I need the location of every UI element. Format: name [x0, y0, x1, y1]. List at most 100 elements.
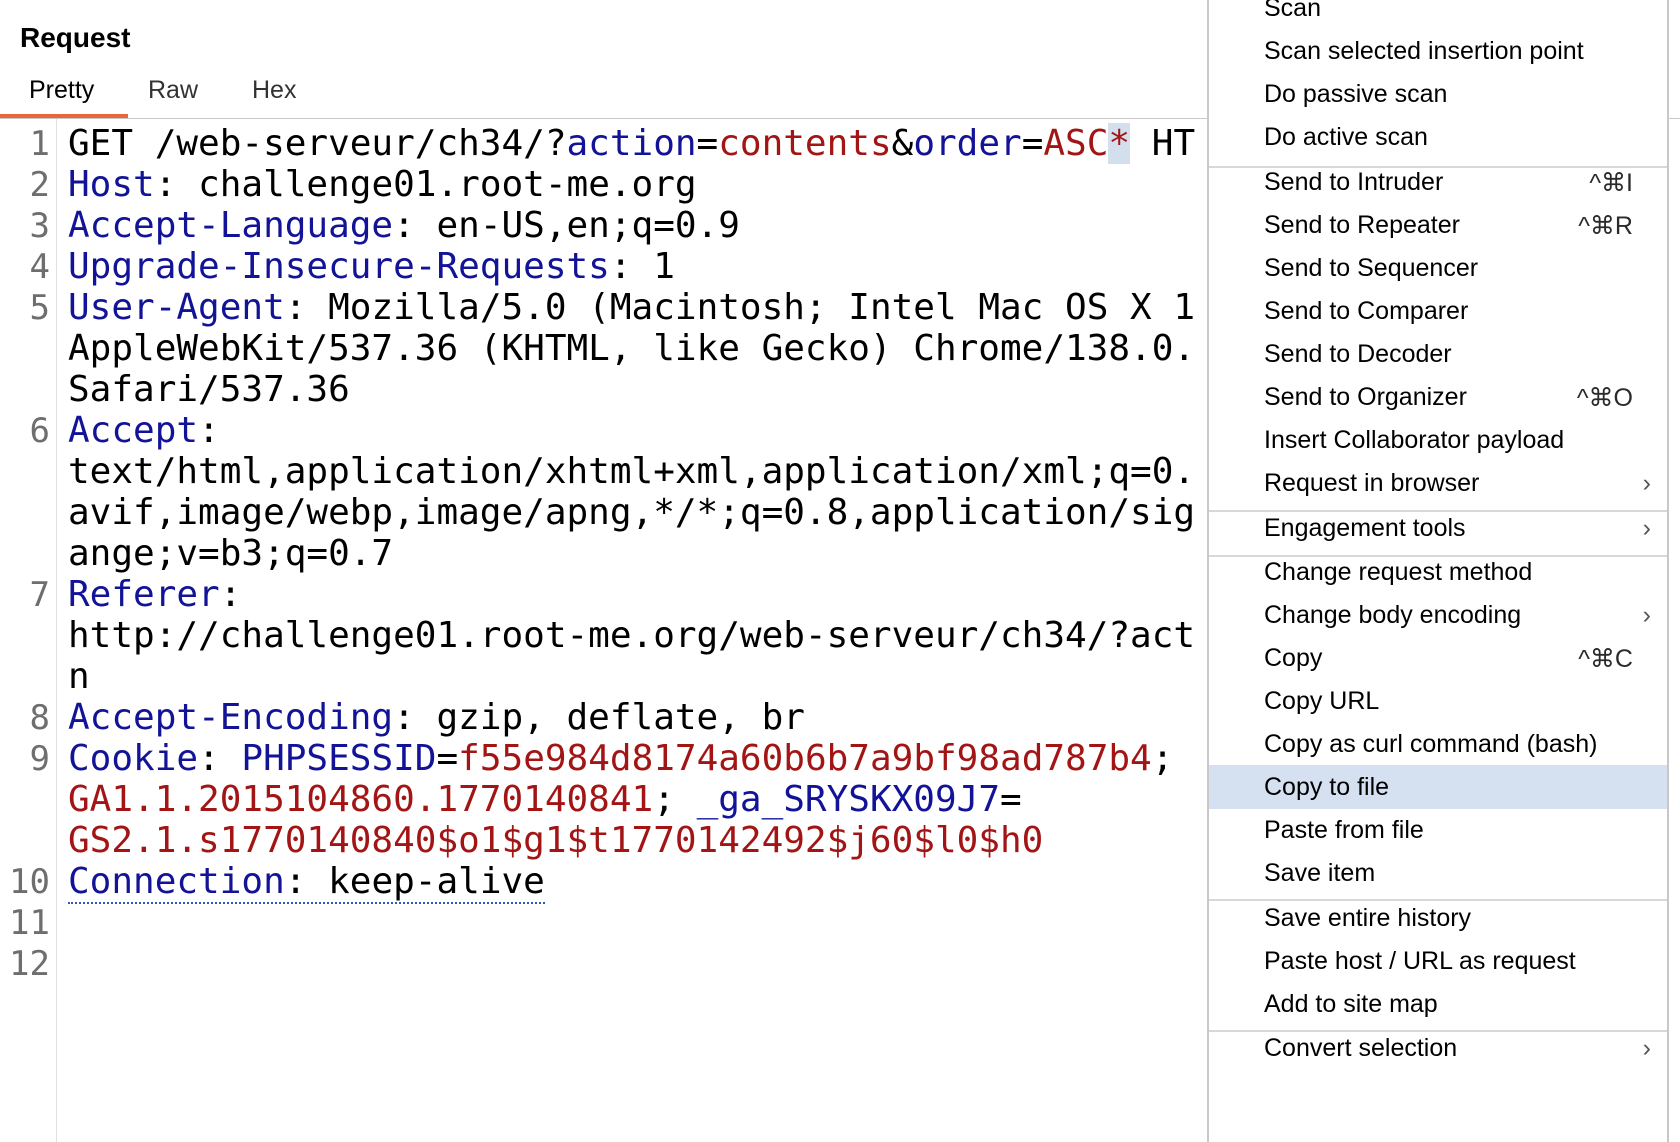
param-name: action [566, 123, 697, 164]
request-line: GET /web-serveur/ch34/?action=contents&o… [68, 122, 1195, 166]
cookie-value: GA1.1.2015104860.1770140841 [68, 779, 654, 820]
menu-item-label: Copy [1264, 644, 1323, 672]
header-separator: : [198, 738, 242, 779]
header-value-wrap: Safari/537.36 [68, 369, 350, 410]
cookie-value: GS2.1.s1770140840$o1$g1$t1770142492$j60$… [68, 820, 1044, 861]
cookie-separator: ; [653, 779, 697, 820]
menu-item-copy-url[interactable]: Copy URL [1209, 679, 1667, 723]
menu-item-label: Send to Decoder [1264, 340, 1452, 368]
tab-hex[interactable]: Hex [252, 76, 296, 105]
panel-title: Request [20, 22, 131, 53]
header-separator: : [219, 574, 242, 615]
tab-raw[interactable]: Raw [148, 76, 198, 105]
menu-item-label: Scan selected insertion point [1264, 37, 1584, 65]
menu-item-paste-from-file[interactable]: Paste from file [1209, 808, 1667, 852]
header-value: Mozilla/5.0 (Macintosh; Intel Mac OS X 1 [328, 287, 1196, 328]
header-value: gzip, deflate, br [436, 697, 805, 738]
menu-item-insert-collaborator-payload[interactable]: Insert Collaborator payload [1209, 418, 1667, 462]
menu-item-engagement-tools[interactable]: Engagement tools › [1209, 506, 1667, 550]
menu-item-paste-host-url[interactable]: Paste host / URL as request [1209, 939, 1667, 983]
protocol-fragment: HT [1130, 123, 1196, 164]
header-value-wrap: http://challenge01.root-me.org/web-serve… [68, 615, 1196, 656]
cookie-separator: ; [1151, 738, 1174, 779]
menu-item-send-to-sequencer[interactable]: Send to Sequencer [1209, 246, 1667, 290]
tab-pretty[interactable]: Pretty [29, 76, 94, 105]
menu-item-save-entire-history[interactable]: Save entire history [1209, 896, 1667, 940]
equals-sign: = [436, 738, 459, 779]
menu-item-scan-insertion-point[interactable]: Scan selected insertion point [1209, 29, 1667, 73]
menu-item-scan[interactable]: Scan [1209, 0, 1667, 30]
header-value: 1 [653, 246, 675, 287]
menu-item-label: Save entire history [1264, 904, 1472, 932]
shortcut-label: ^⌘R [1578, 212, 1633, 240]
header-name: Connection [68, 861, 285, 902]
header-separator: : [198, 410, 220, 451]
context-menu: Scan Scan selected insertion point Do pa… [1207, 0, 1669, 1142]
header-value-wrap: n [68, 656, 90, 697]
menu-item-copy[interactable]: Copy ^⌘C [1209, 636, 1667, 680]
cookie-value: f55e984d8174a60b6b7a9bf98ad787b4 [458, 738, 1152, 779]
menu-item-label: Copy as curl command (bash) [1264, 730, 1598, 758]
cookie-name: PHPSESSID [241, 738, 437, 779]
menu-item-label: Send to Intruder [1264, 168, 1444, 196]
method-path: GET /web-serveur/ch34/? [68, 123, 567, 164]
shortcut-label: ^⌘I [1589, 169, 1633, 197]
menu-item-add-to-site-map[interactable]: Add to site map [1209, 982, 1667, 1026]
header-line: Accept-Encoding: gzip, deflate, br [68, 696, 805, 740]
menu-item-send-to-comparer[interactable]: Send to Comparer [1209, 289, 1667, 333]
menu-item-label: Scan [1264, 0, 1321, 22]
menu-item-label: Engagement tools [1264, 514, 1466, 542]
header-value-wrap: AppleWebKit/537.36 (KHTML, like Gecko) C… [68, 328, 1196, 369]
menu-item-label: Send to Comparer [1264, 297, 1469, 325]
line-number: 4 [29, 247, 50, 287]
menu-item-change-request-method[interactable]: Change request method [1209, 550, 1667, 594]
header-line: Referer: [68, 573, 241, 617]
menu-item-label: Do passive scan [1264, 80, 1448, 108]
menu-item-label: Paste host / URL as request [1264, 947, 1576, 975]
menu-item-active-scan[interactable]: Do active scan [1209, 115, 1667, 159]
menu-item-change-body-encoding[interactable]: Change body encoding › [1209, 593, 1667, 637]
menu-item-send-to-repeater[interactable]: Send to Repeater ^⌘R [1209, 203, 1667, 247]
menu-item-send-to-intruder[interactable]: Send to Intruder ^⌘I [1209, 160, 1667, 204]
menu-item-label: Copy URL [1264, 687, 1380, 715]
menu-item-label: Do active scan [1264, 123, 1428, 151]
header-line: Accept-Language: en-US,en;q=0.9 [68, 204, 740, 248]
menu-item-convert-selection[interactable]: Convert selection › [1209, 1026, 1667, 1070]
line-number: 2 [29, 165, 50, 205]
equals-sign: = [1021, 123, 1044, 164]
menu-item-copy-as-curl[interactable]: Copy as curl command (bash) [1209, 722, 1667, 766]
cookie-wrap: GA1.1.2015104860.1770140841; _ga_SRYSKX0… [68, 778, 1022, 822]
header-value-wrap: avif,image/webp,image/apng,*/*;q=0.8,app… [68, 492, 1196, 533]
chevron-right-icon: › [1642, 469, 1651, 497]
menu-item-save-item[interactable]: Save item [1209, 851, 1667, 895]
header-name: Referer [68, 574, 220, 615]
header-line: Upgrade-Insecure-Requests: 1 [68, 245, 675, 289]
line-number: 12 [9, 944, 50, 984]
menu-item-send-to-decoder[interactable]: Send to Decoder [1209, 332, 1667, 376]
header-separator: : [284, 861, 329, 902]
line-number: 9 [29, 739, 50, 779]
shortcut-label: ^⌘C [1578, 645, 1633, 673]
header-value-wrap: ange;v=b3;q=0.7 [68, 533, 394, 574]
shortcut-label: ^⌘O [1576, 384, 1633, 412]
header-name: Accept [68, 410, 199, 451]
injection-marker: * [1108, 123, 1131, 164]
menu-item-label: Change body encoding [1264, 601, 1522, 629]
menu-item-request-in-browser[interactable]: Request in browser › [1209, 461, 1667, 505]
header-name: User-Agent [68, 287, 285, 328]
menu-item-copy-to-file[interactable]: Copy to file [1209, 765, 1667, 809]
header-line: Accept: [68, 409, 220, 453]
line-number: 1 [29, 124, 50, 164]
menu-item-send-to-organizer[interactable]: Send to Organizer ^⌘O [1209, 375, 1667, 419]
header-separator: : [154, 164, 199, 205]
header-line: Connection: keep-alive [68, 860, 545, 904]
header-value: en-US,en;q=0.9 [436, 205, 740, 246]
header-name: Accept-Encoding [68, 697, 394, 738]
header-name: Cookie [68, 738, 199, 779]
header-separator: : [284, 287, 329, 328]
menu-item-passive-scan[interactable]: Do passive scan [1209, 72, 1667, 116]
menu-item-label: Copy to file [1264, 773, 1390, 801]
line-number: 7 [29, 575, 50, 615]
header-separator: : [393, 697, 437, 738]
header-value: keep-alive [328, 861, 545, 902]
